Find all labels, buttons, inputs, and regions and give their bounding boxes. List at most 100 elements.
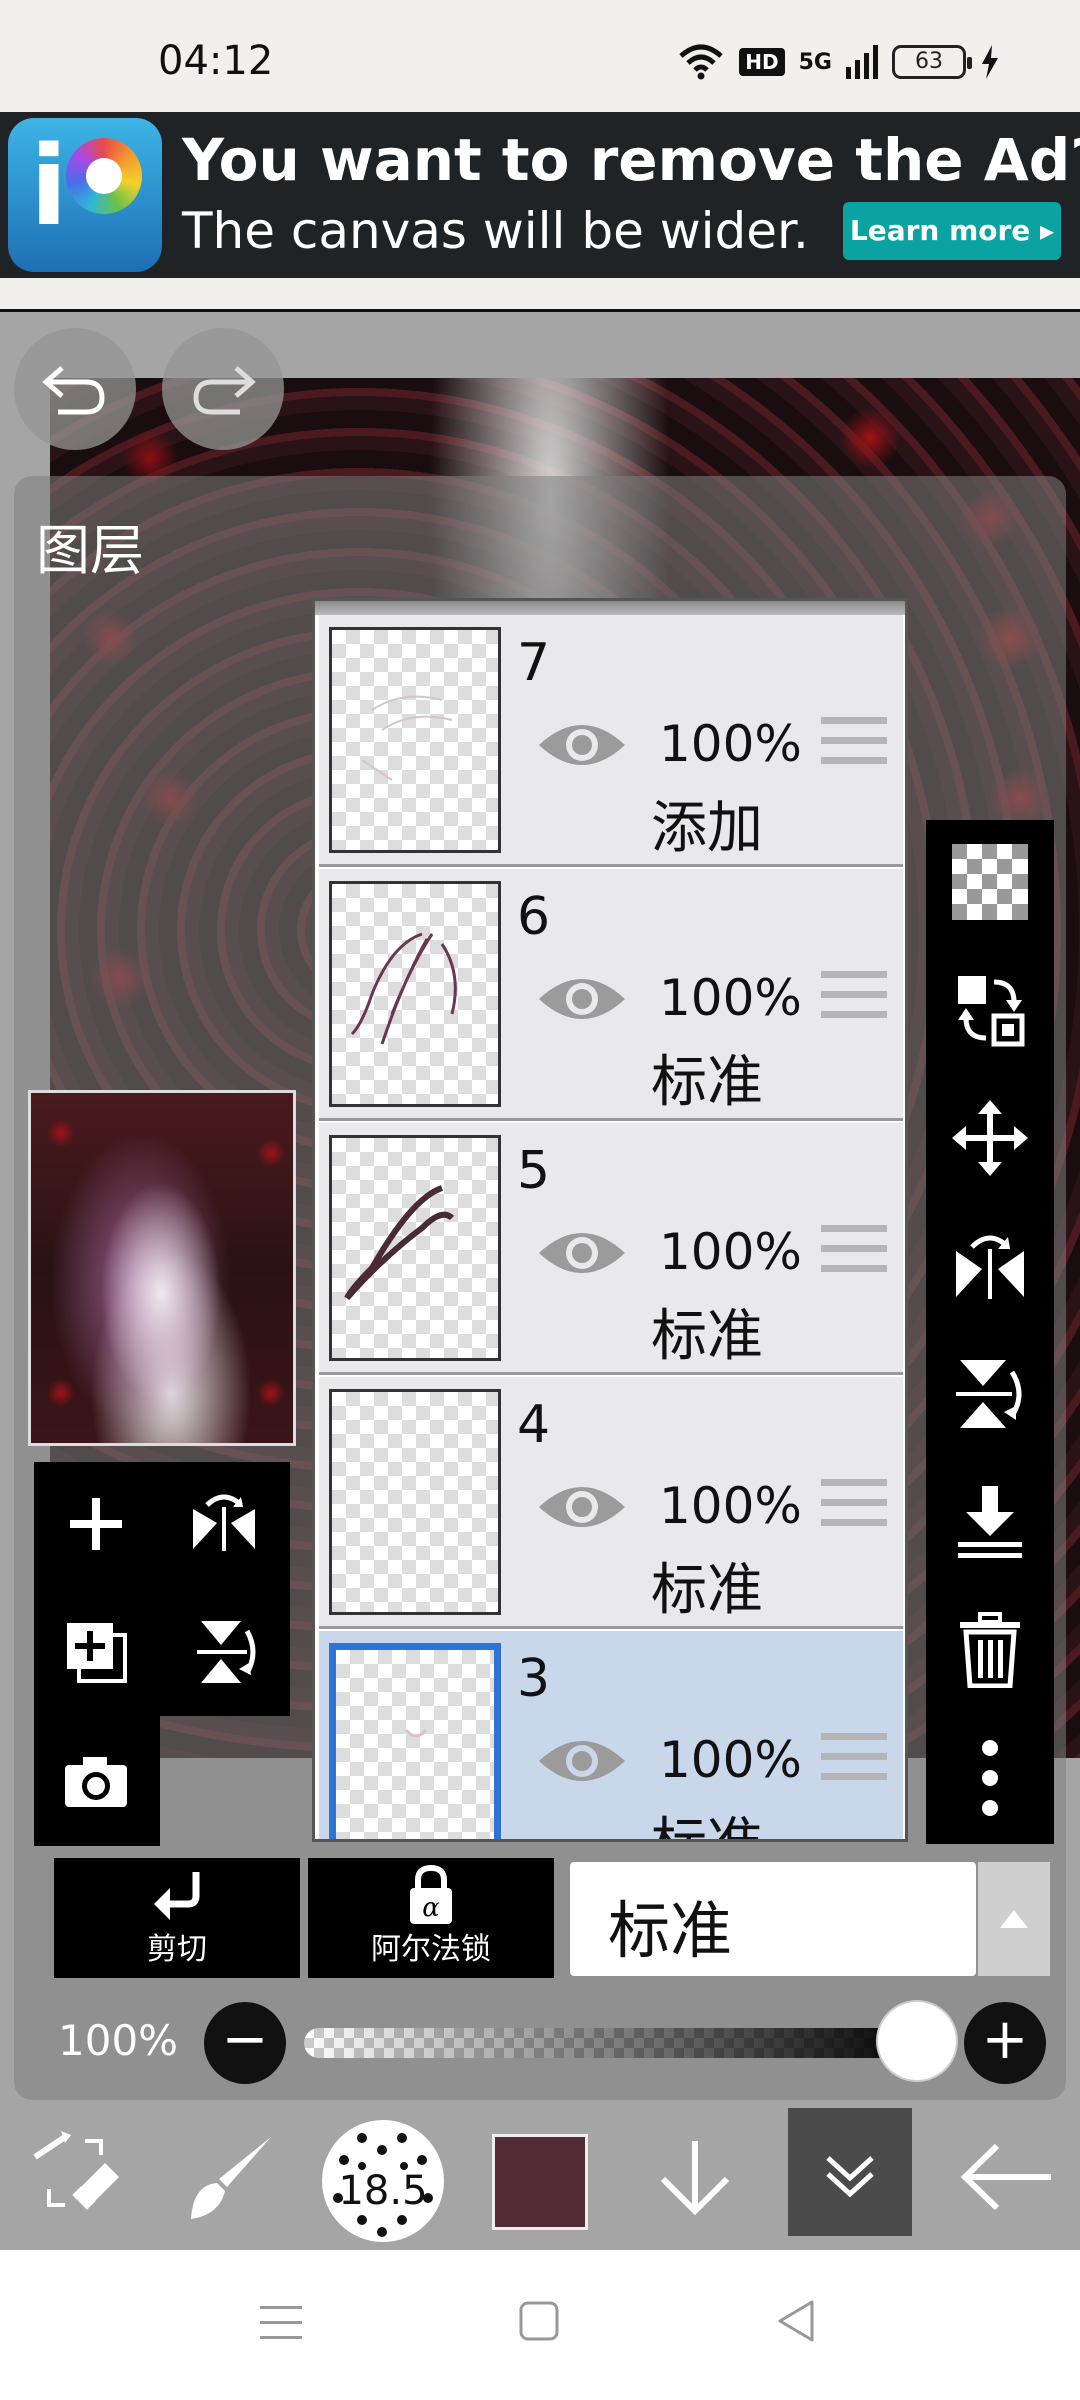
layer-3-sketch — [404, 1728, 428, 1738]
alpha-lock-button[interactable]: α 阿尔法锁 — [308, 1858, 554, 1978]
menu-icon[interactable] — [258, 2300, 304, 2346]
merge-down-icon — [958, 1486, 1022, 1558]
layer-row[interactable]: 6 100% 标准 — [319, 869, 903, 1121]
more-vertical-icon — [982, 1740, 998, 1816]
canvas-preview-thumbnail[interactable] — [28, 1090, 296, 1446]
more-options-button[interactable] — [940, 1728, 1040, 1828]
layer-down-button[interactable] — [640, 2104, 750, 2250]
ad-banner[interactable]: i You want to remove the Ad? The canvas … — [0, 112, 1080, 278]
layer-blend-mode: 标准 — [651, 1050, 763, 1115]
battery-indicator: 63 — [892, 45, 972, 79]
visibility-eye-icon[interactable] — [537, 715, 627, 775]
redo-button[interactable] — [162, 328, 284, 450]
layer-list[interactable]: 7 100% 添加 6 100% 标准 5 100% 标准 4 100% 标准 … — [312, 598, 908, 1842]
opacity-increase-button[interactable]: + — [964, 2002, 1046, 2084]
drag-handle-icon[interactable] — [821, 1479, 887, 1539]
layer-swap-button[interactable] — [940, 960, 1040, 1060]
merge-down-button[interactable] — [940, 1472, 1040, 1572]
undo-button[interactable] — [14, 328, 136, 450]
ad-subtitle: The canvas will be wider. — [182, 202, 809, 260]
drag-handle-icon[interactable] — [821, 1225, 887, 1285]
blend-mode-dropdown-arrow[interactable] — [978, 1862, 1050, 1976]
layer-thumbnail[interactable] — [329, 1389, 501, 1615]
layer-row-selected[interactable]: 3 100% 标准 — [319, 1631, 903, 1839]
layer-thumbnail[interactable] — [329, 627, 501, 853]
layer-number: 5 — [517, 1141, 551, 1201]
arrow-left-icon — [960, 2143, 1051, 2211]
drag-handle-icon[interactable] — [821, 971, 887, 1031]
clipping-button[interactable]: 剪切 — [54, 1858, 300, 1978]
visibility-eye-icon[interactable] — [537, 1223, 627, 1283]
layer-blend-mode: 标准 — [651, 1304, 763, 1369]
move-button[interactable] — [940, 1088, 1040, 1188]
opacity-slider-row: 100% − + — [0, 2000, 1080, 2086]
brush-size-indicator[interactable]: 18.5 — [322, 2120, 444, 2242]
visibility-eye-icon[interactable] — [537, 969, 627, 1029]
trash-icon — [960, 1612, 1020, 1688]
flip-vertical-icon — [197, 1621, 256, 1683]
brush-tool-button[interactable] — [176, 2104, 286, 2250]
layer-blend-mode: 标准 — [651, 1799, 763, 1839]
blend-mode-select[interactable]: 标准 — [570, 1862, 976, 1976]
back-triangle-icon[interactable] — [774, 2298, 816, 2344]
opacity-value: 100% — [58, 2016, 179, 2065]
flip-layer-vertical-button[interactable] — [940, 1344, 1040, 1444]
learn-more-button[interactable]: Learn more ▸ — [843, 202, 1061, 260]
flip-vertical-icon — [956, 1360, 1022, 1428]
tool-selector-button[interactable] — [20, 2104, 130, 2250]
layer-tool-grid — [34, 1462, 290, 1846]
color-wheel-icon — [66, 138, 142, 214]
layer-opacity: 100% — [659, 969, 802, 1027]
back-button[interactable] — [950, 2104, 1060, 2250]
panel-title: 图层 — [36, 519, 144, 582]
layer-row[interactable]: 5 100% 标准 — [319, 1123, 903, 1375]
opacity-decrease-button[interactable]: − — [204, 2002, 286, 2084]
flip-layer-horizontal-button[interactable] — [940, 1216, 1040, 1316]
layer-panel-toggle-button[interactable] — [788, 2104, 912, 2250]
undo-icon — [42, 366, 105, 415]
logo-letter: i — [30, 122, 68, 250]
layer-thumbnail[interactable] — [329, 881, 501, 1107]
clip-arrow-icon — [154, 1872, 200, 1920]
camera-icon — [65, 1757, 127, 1807]
double-chevron-down-icon — [826, 2156, 874, 2198]
ad-title: You want to remove the Ad? — [182, 126, 1080, 194]
lock-icon: α — [410, 1864, 452, 1924]
blend-mode-value: 标准 — [608, 1894, 733, 1967]
layer-number: 7 — [517, 633, 551, 693]
ad-separator — [0, 278, 1080, 312]
visibility-eye-icon[interactable] — [537, 1731, 627, 1791]
layer-6-hair — [350, 932, 457, 1045]
plus-icon — [70, 1498, 122, 1550]
duplicate-layer-button[interactable] — [34, 1590, 158, 1714]
layer-opacity: 100% — [659, 1223, 802, 1281]
layer-opacity: 100% — [659, 1477, 802, 1535]
opacity-slider-knob[interactable] — [876, 2000, 958, 2082]
layer-thumbnail[interactable] — [329, 1643, 501, 1839]
layer-row[interactable]: 7 100% 添加 — [319, 615, 903, 867]
delete-layer-button[interactable] — [940, 1600, 1040, 1700]
flip-horizontal-button[interactable] — [162, 1462, 286, 1586]
svg-text:α: α — [422, 1893, 440, 1923]
camera-import-button[interactable] — [34, 1720, 158, 1844]
opacity-slider-track[interactable] — [304, 2028, 924, 2058]
transparent-fill-button[interactable] — [940, 832, 1040, 932]
layer-thumbnail[interactable] — [329, 1135, 501, 1361]
drag-handle-icon[interactable] — [821, 1733, 887, 1793]
move-arrows-icon — [952, 1100, 1028, 1176]
flip-horizontal-icon — [956, 1235, 1024, 1299]
current-color-swatch[interactable] — [492, 2134, 588, 2230]
layer-blend-mode: 标准 — [651, 1558, 763, 1623]
home-icon[interactable] — [518, 2300, 560, 2342]
visibility-eye-icon[interactable] — [537, 1477, 627, 1537]
system-navigation-bar — [0, 2250, 1080, 2400]
drag-handle-icon[interactable] — [821, 717, 887, 777]
add-layer-button[interactable] — [34, 1462, 158, 1586]
layer-number: 6 — [517, 887, 551, 947]
duplicate-icon — [67, 1623, 127, 1683]
charging-icon — [982, 45, 998, 79]
layer-row[interactable]: 4 100% 标准 — [319, 1377, 903, 1629]
flip-horizontal-icon — [193, 1494, 255, 1551]
swap-layers-icon — [958, 976, 1025, 1047]
flip-vertical-button[interactable] — [162, 1590, 286, 1714]
